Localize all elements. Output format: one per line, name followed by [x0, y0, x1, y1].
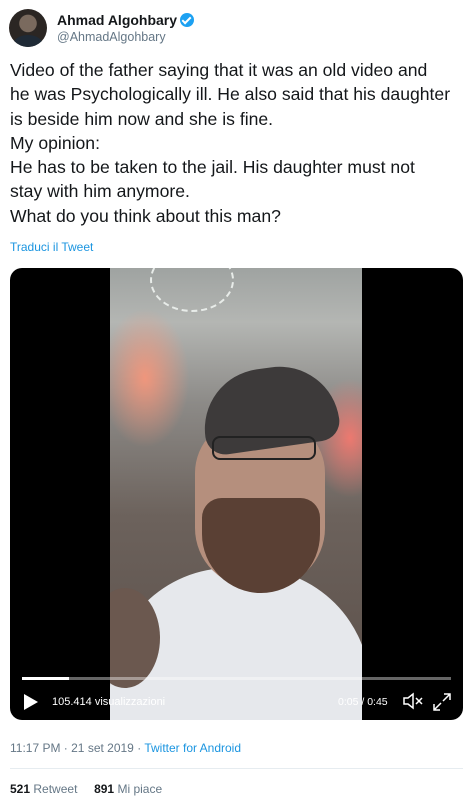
tweet-source[interactable]: Twitter for Android — [144, 741, 241, 755]
video-progress-bar[interactable] — [22, 677, 451, 680]
video-player[interactable]: 105.414 visualizzazioni 0:05 / 0:45 — [10, 268, 463, 720]
author-handle[interactable]: @AhmadAlgohbary — [57, 30, 166, 44]
author-name-row[interactable]: Ahmad Algohbary — [57, 12, 195, 28]
retweets-count: 521 — [10, 782, 31, 796]
play-icon[interactable] — [24, 694, 38, 710]
tweet-text: Video of the father saying that it was a… — [10, 60, 451, 226]
tweet-header: Ahmad Algohbary @AhmadAlgohbary — [9, 9, 464, 49]
verified-badge-icon — [180, 13, 195, 27]
divider — [10, 768, 463, 769]
tweet-meta: 11:17 PM · 21 set 2019 · Twitter for And… — [10, 741, 241, 755]
meta-separator: · — [133, 741, 145, 755]
avatar[interactable] — [9, 9, 47, 47]
tweet-timestamp[interactable]: 11:17 PM · 21 set 2019 — [10, 741, 134, 755]
retweets-stat[interactable]: 521 Retweet — [10, 782, 77, 796]
tweet-stats: 521 Retweet 891 Mi piace — [10, 782, 162, 796]
video-progress-fill — [22, 677, 70, 680]
retweets-label: Retweet — [33, 782, 78, 796]
video-frame[interactable] — [110, 268, 362, 720]
mute-icon[interactable] — [402, 692, 424, 710]
video-time: 0:05 / 0:45 — [338, 696, 388, 708]
translate-tweet-link[interactable]: Traduci il Tweet — [10, 240, 93, 254]
likes-count: 891 — [94, 782, 115, 796]
likes-stat[interactable]: 891 Mi piace — [94, 782, 162, 796]
author-name[interactable]: Ahmad Algohbary — [57, 12, 177, 28]
view-count: 105.414 visualizzazioni — [52, 696, 166, 708]
fullscreen-icon[interactable] — [432, 692, 452, 712]
likes-label: Mi piace — [117, 782, 163, 796]
